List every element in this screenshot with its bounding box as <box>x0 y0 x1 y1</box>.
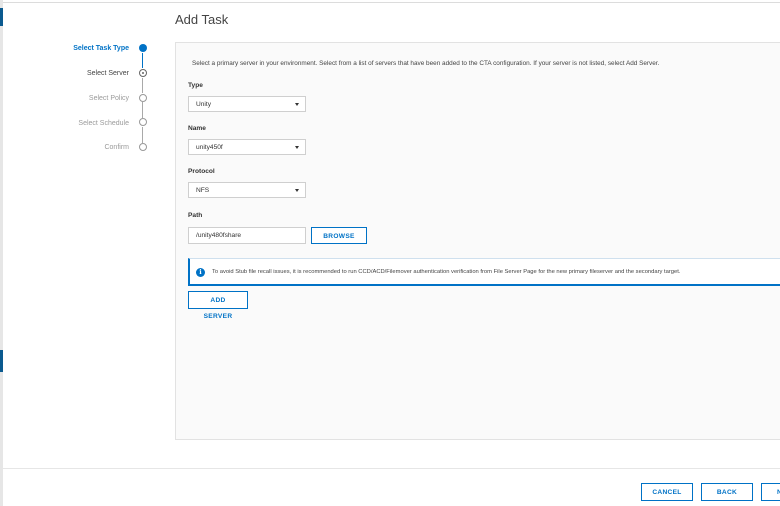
info-icon: i <box>196 268 205 277</box>
chevron-down-icon <box>295 146 299 149</box>
left-edge-marker <box>0 350 3 372</box>
step-select-schedule: Select Schedule <box>78 120 129 127</box>
protocol-value: NFS <box>196 187 210 194</box>
type-label: Type <box>188 82 203 89</box>
alert-text: To avoid Stub file recall issues, it is … <box>212 269 681 275</box>
step-confirm: Confirm <box>104 144 129 151</box>
chevron-down-icon <box>295 189 299 192</box>
name-select[interactable]: unity450f <box>188 139 306 155</box>
protocol-select[interactable]: NFS <box>188 182 306 198</box>
left-edge-marker <box>0 8 3 26</box>
dialog-title: Add Task <box>175 12 229 27</box>
step-connector <box>142 78 143 93</box>
cancel-button[interactable]: CANCEL <box>641 483 693 501</box>
path-input[interactable] <box>188 227 306 244</box>
top-divider <box>0 2 780 3</box>
name-value: unity450f <box>196 144 223 151</box>
type-value: Unity <box>196 101 212 108</box>
path-label: Path <box>188 212 203 219</box>
type-select[interactable]: Unity <box>188 96 306 112</box>
step-empty-dot-icon <box>139 118 147 126</box>
add-server-button[interactable]: ADD SERVER <box>188 291 248 320</box>
back-button[interactable]: BACK <box>701 483 753 501</box>
form-description: Select a primary server in your environm… <box>192 60 660 67</box>
step-select-task-type[interactable]: Select Task Type <box>40 45 129 52</box>
browse-button[interactable]: BROWSE <box>311 227 367 244</box>
info-alert: i To avoid Stub file recall issues, it i… <box>188 258 780 286</box>
step-current-dot-icon <box>139 69 147 77</box>
step-empty-dot-icon <box>139 143 147 151</box>
chevron-down-icon <box>295 103 299 106</box>
step-connector <box>142 127 143 143</box>
step-connector <box>142 102 143 118</box>
protocol-label: Protocol <box>188 168 215 175</box>
name-label: Name <box>188 125 206 132</box>
step-active-dot-icon <box>139 44 147 52</box>
left-edge-strip <box>0 0 3 506</box>
next-button[interactable]: N <box>761 483 780 501</box>
step-select-policy: Select Policy <box>88 95 129 102</box>
step-select-server[interactable]: Select Server <box>40 70 129 77</box>
step-connector <box>142 53 143 68</box>
step-empty-dot-icon <box>139 94 147 102</box>
footer-divider <box>0 468 780 469</box>
